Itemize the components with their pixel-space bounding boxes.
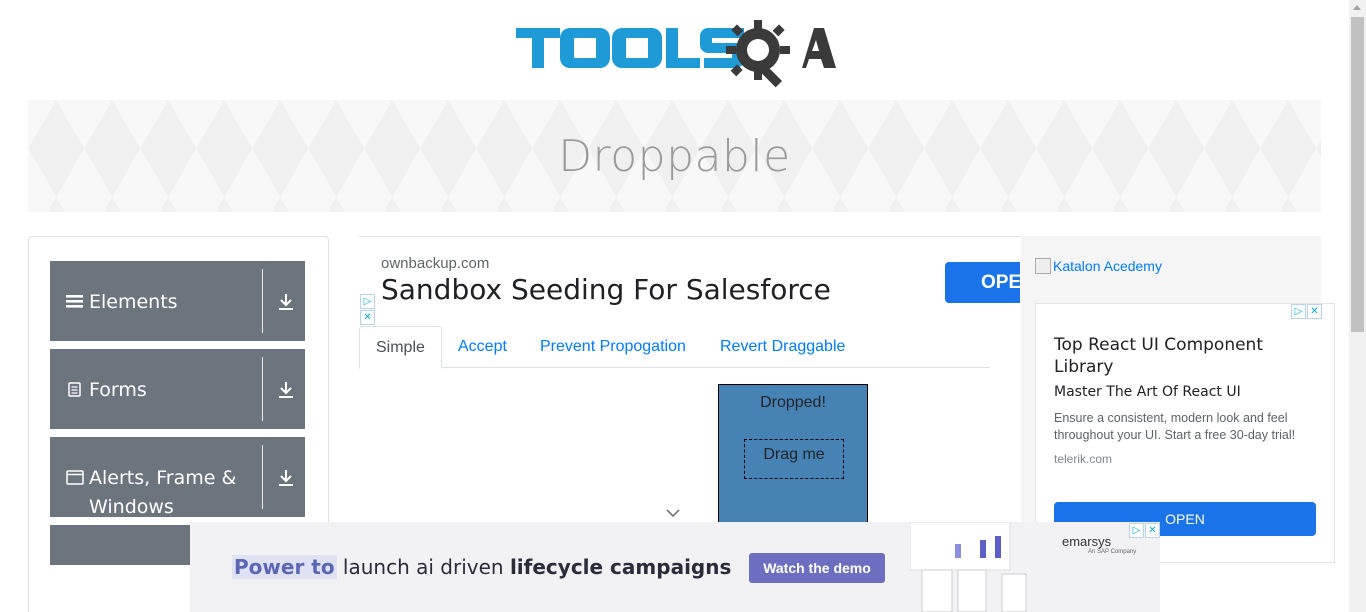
page-scrollbar[interactable] bbox=[1349, 0, 1366, 612]
group-header-forms[interactable]: Forms bbox=[50, 349, 305, 429]
scrollbar-thumb[interactable] bbox=[1351, 17, 1364, 332]
download-arrow-icon[interactable] bbox=[277, 468, 295, 488]
divider bbox=[262, 357, 263, 421]
ad-open-button[interactable]: OPEN bbox=[945, 262, 1020, 303]
image-alt-text: Katalon Acedemy bbox=[1053, 258, 1162, 274]
divider bbox=[262, 269, 263, 333]
toolsqa-logo[interactable] bbox=[514, 14, 838, 92]
scroll-up-arrow-icon[interactable] bbox=[1353, 5, 1361, 10]
broken-image-icon bbox=[1035, 258, 1051, 274]
ad-domain: telerik.com bbox=[1054, 452, 1113, 466]
adchoices-icon[interactable]: ▷ bbox=[1129, 523, 1144, 538]
adchoices-icon[interactable]: ▷ bbox=[360, 294, 375, 309]
draggable-box[interactable]: Drag me bbox=[744, 439, 844, 479]
ad-text-middle: launch ai driven bbox=[336, 555, 510, 579]
hamburger-icon bbox=[66, 295, 83, 308]
divider bbox=[262, 445, 263, 509]
group-label: Forms bbox=[89, 379, 147, 401]
download-arrow-icon[interactable] bbox=[277, 292, 295, 312]
bottom-ad[interactable]: Power to launch ai driven lifecycle camp… bbox=[190, 522, 1160, 612]
window-icon bbox=[66, 470, 84, 485]
group-label: Elements bbox=[89, 291, 178, 313]
top-ad[interactable]: ownbackup.com Sandbox Seeding For Salesf… bbox=[359, 236, 1020, 326]
emarsys-logo: emarsys bbox=[1062, 534, 1112, 549]
right-ad[interactable]: Katalon Acedemy ▷ ✕ Top React UI Compone… bbox=[1021, 236, 1335, 563]
gear-icon bbox=[726, 20, 790, 88]
document-icon bbox=[68, 382, 81, 397]
ad-title[interactable]: Top React UI Component Library bbox=[1054, 334, 1314, 378]
ad-text-bold: lifecycle campaigns bbox=[509, 555, 732, 579]
group-header-elements[interactable]: Elements bbox=[50, 261, 305, 341]
ad-description: Ensure a consistent, modern look and fee… bbox=[1054, 411, 1296, 442]
download-arrow-icon[interactable] bbox=[277, 380, 295, 400]
ad-highlight: Power to bbox=[232, 555, 337, 579]
group-header-partial[interactable] bbox=[50, 525, 191, 565]
logo-letter-a bbox=[802, 28, 836, 68]
ad-domain: ownbackup.com bbox=[381, 255, 490, 272]
watch-demo-button[interactable]: Watch the demo bbox=[749, 553, 885, 583]
page-banner: Droppable bbox=[28, 100, 1321, 212]
ad-subtitle: Master The Art Of React UI bbox=[1054, 384, 1241, 400]
ad-close-icon[interactable]: ✕ bbox=[1145, 523, 1160, 538]
logo-text-tools bbox=[516, 28, 744, 68]
tab-simple[interactable]: Simple bbox=[359, 326, 442, 369]
ad-headline[interactable]: Power to launch ai driven lifecycle camp… bbox=[232, 555, 731, 579]
katalon-image-link[interactable]: Katalon Acedemy bbox=[1035, 258, 1162, 274]
group-label: Alerts, Frame & Windows bbox=[89, 467, 237, 518]
droppable-tabs: Simple Accept Prevent Propogation Revert… bbox=[359, 326, 990, 369]
ad-close-icon[interactable]: ✕ bbox=[360, 310, 375, 325]
product-screenshots-image bbox=[910, 522, 1027, 612]
adchoices-icon[interactable]: ▷ bbox=[1291, 304, 1306, 319]
ad-close-icon[interactable]: ✕ bbox=[1307, 304, 1322, 319]
brand-subtitle: An SAP Company bbox=[1088, 549, 1137, 555]
drop-status-text: Dropped! bbox=[760, 394, 826, 411]
tab-prevent-propogation[interactable]: Prevent Propogation bbox=[524, 326, 702, 368]
chevron-down-icon[interactable] bbox=[666, 508, 680, 518]
group-header-alerts[interactable]: Alerts, Frame & Windows bbox=[50, 437, 305, 518]
page-title: Droppable bbox=[558, 130, 791, 182]
ad-headline[interactable]: Sandbox Seeding For Salesforce bbox=[381, 273, 831, 306]
tab-accept[interactable]: Accept bbox=[442, 326, 523, 368]
tab-revert-draggable[interactable]: Revert Draggable bbox=[704, 326, 861, 368]
